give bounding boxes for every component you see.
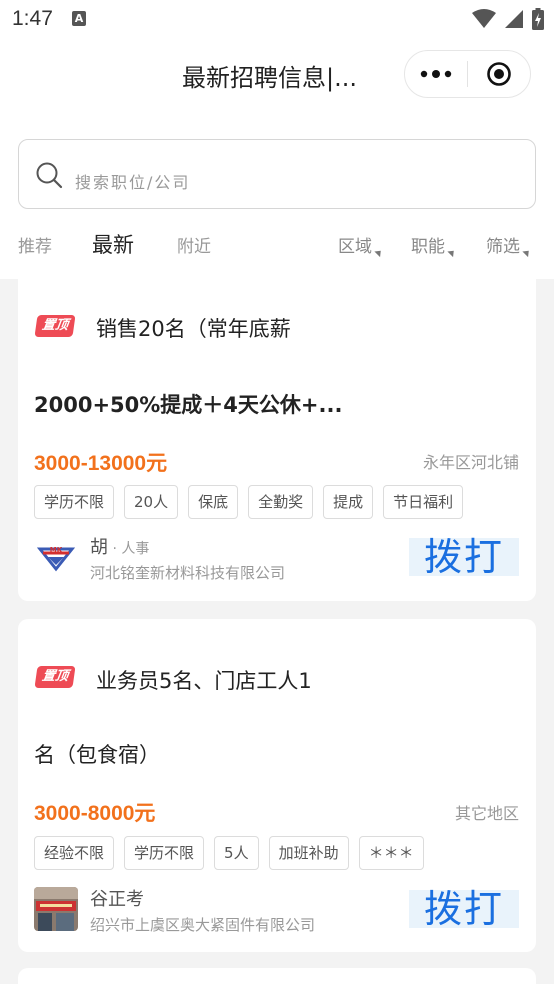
job-location: 其它地区 [454,804,519,823]
contact-name-text: 谷正考 [90,889,144,910]
tab-recommend[interactable]: 推荐 [18,232,52,257]
nav-bar: 最新招聘信息|... [0,40,554,112]
company-photo [34,887,78,931]
dropdown-triangle-icon [374,247,384,258]
dropdown-triangle-icon [447,247,457,258]
search-area: 搜索职位/公司 推荐 最新 附近 区域 职能 筛选 [0,112,554,279]
company-logo: MK [34,535,78,579]
tab-latest[interactable]: 最新 [92,229,134,259]
target-icon [487,62,511,86]
tag-row: 经验不限 学历不限 5人 加班补助 ＊＊＊ [34,836,424,870]
job-title-line2: 2000+50%提成＋4天公休+... [34,393,343,417]
status-time: 1:47 [12,7,53,30]
job-title-line2: 名（包食宿） [34,743,160,767]
job-tag: ＊＊＊ [358,836,424,870]
close-button[interactable] [468,51,530,97]
job-tag: 提成 [323,485,374,519]
contact-name: 胡 · 人事 [90,533,149,559]
job-tag: 节日福利 [383,485,464,519]
search-input[interactable]: 搜索职位/公司 [18,139,536,209]
call-button[interactable]: 拨打 [409,890,519,928]
storefront-image-icon [34,887,78,931]
company-name: 河北铭奎新材料科技有限公司 [90,564,286,582]
job-tag: 经验不限 [34,836,115,870]
search-icon [36,162,63,189]
more-button[interactable] [405,51,467,97]
salary: 3000-13000元 [34,452,168,475]
dropdown-triangle-icon [522,247,532,258]
wifi-icon [472,9,496,28]
job-tag: 学历不限 [34,485,115,519]
job-card[interactable] [18,968,536,984]
status-icons [472,8,544,30]
job-card[interactable]: 置顶 业务员5名、门店工人1 名（包食宿） 3000-8000元 其它地区 经验… [18,619,536,952]
contact-name: 谷正考 [90,885,144,911]
pinned-badge: 置顶 [34,666,76,688]
svg-text:MK: MK [50,546,63,554]
status-bar: 1:47 A [0,0,554,40]
more-dots-icon [420,70,452,78]
job-title-line1: 业务员5名、门店工人1 [96,669,312,693]
search-placeholder: 搜索职位/公司 [75,173,191,192]
salary: 3000-8000元 [34,802,156,825]
filter-function[interactable]: 职能 [411,232,457,258]
tab-nearby[interactable]: 附近 [177,232,211,257]
job-title-line1: 销售20名（常年底薪 [96,317,291,341]
tag-row: 学历不限 20人 保底 全勤奖 提成 节日福利 [34,485,464,519]
job-tag: 学历不限 [124,836,205,870]
signal-icon [505,10,523,28]
call-button[interactable]: 拨打 [409,538,519,576]
filter-more[interactable]: 筛选 [486,232,532,258]
contact-name-text: 胡 [90,537,108,558]
company-logo-icon: MK [34,535,78,579]
mini-program-capsule [404,50,531,98]
job-tag: 保底 [188,485,239,519]
company-name: 绍兴市上虞区奥大紧固件有限公司 [90,916,316,934]
filter-area[interactable]: 区域 [338,232,384,258]
pinned-badge: 置顶 [34,315,76,337]
page-title: 最新招聘信息|... [182,64,357,92]
filter-area-label: 区域 [338,237,372,257]
job-card[interactable]: 置顶 销售20名（常年底薪 2000+50%提成＋4天公休+... 3000-1… [18,279,536,601]
battery-icon [532,8,544,30]
job-tag: 5人 [214,836,259,870]
job-tag: 20人 [124,485,179,519]
job-tag: 全勤奖 [248,485,314,519]
filter-more-label: 筛选 [486,237,520,257]
notification-icon: A [72,11,86,26]
tab-bar: 推荐 最新 附近 区域 职能 筛选 [0,226,554,266]
job-tag: 加班补助 [268,836,349,870]
contact-role: · 人事 [108,541,150,557]
job-location: 永年区河北铺 [422,453,519,472]
filter-function-label: 职能 [411,237,445,257]
